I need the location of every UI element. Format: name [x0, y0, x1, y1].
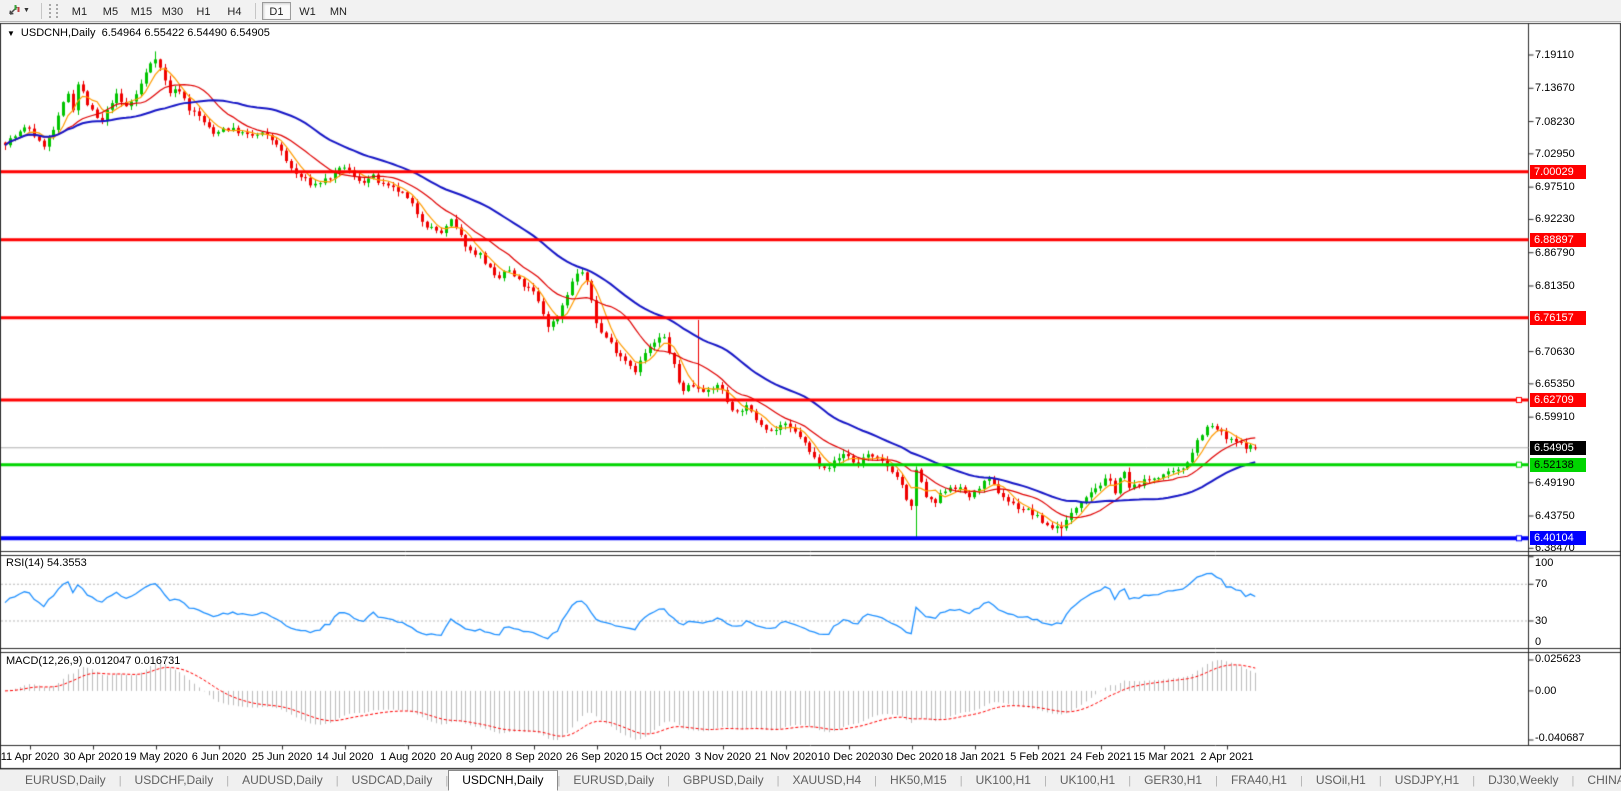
symbol-tab-eurusd-daily[interactable]: EURUSD,Daily	[560, 770, 667, 791]
chart-canvas[interactable]	[0, 0, 1621, 769]
timeframe-mn[interactable]: MN	[324, 2, 353, 20]
symbol-tab-gbpusd-daily[interactable]: GBPUSD,Daily	[670, 770, 777, 791]
symbol-tab-hk50-m15[interactable]: HK50,M15	[877, 770, 960, 791]
timeframe-h1[interactable]: H1	[189, 2, 218, 20]
chart-pointer-icon	[6, 4, 20, 18]
timeframe-m15[interactable]: M15	[127, 2, 156, 20]
symbol-tab-fra40-h1[interactable]: FRA40,H1	[1218, 770, 1300, 791]
toolbar-separator	[41, 3, 42, 19]
symbol-tabs-bar: EURUSD,Daily|USDCHF,Daily|AUDUSD,Daily|U…	[0, 769, 1621, 791]
timeframe-m30[interactable]: M30	[158, 2, 187, 20]
symbol-tab-audusd-daily[interactable]: AUDUSD,Daily	[229, 770, 336, 791]
symbol-tab-usoil-h1[interactable]: USOil,H1	[1303, 770, 1379, 791]
timeframe-m1[interactable]: M1	[65, 2, 94, 20]
chart-tool-button[interactable]: ▼	[0, 0, 36, 21]
symbol-tab-usdchf-daily[interactable]: USDCHF,Daily	[122, 770, 227, 791]
toolbar-grip[interactable]	[49, 4, 58, 18]
top-toolbar: ▼ M1M5M15M30H1H4 D1W1MN	[0, 0, 1621, 22]
timeframe-h4[interactable]: H4	[220, 2, 249, 20]
timeframe-d1[interactable]: D1	[262, 2, 291, 20]
timeframe-m5[interactable]: M5	[96, 2, 125, 20]
symbol-tab-uk100-h1[interactable]: UK100,H1	[963, 770, 1044, 791]
symbol-tab-usdcad-daily[interactable]: USDCAD,Daily	[339, 770, 446, 791]
symbol-tab-usdjpy-h1[interactable]: USDJPY,H1	[1382, 770, 1472, 791]
symbol-tab-usdcnh-daily[interactable]: USDCNH,Daily	[448, 770, 557, 791]
symbol-tab-xauusd-h4[interactable]: XAUUSD,H4	[779, 770, 874, 791]
timeframe-w1[interactable]: W1	[293, 2, 322, 20]
symbol-tab-eurusd-daily[interactable]: EURUSD,Daily	[12, 770, 119, 791]
symbol-tab-ger30-h1[interactable]: GER30,H1	[1131, 770, 1215, 791]
dropdown-caret-icon: ▼	[23, 7, 30, 14]
timeframe-buttons: M1M5M15M30H1H4 D1W1MN	[64, 2, 354, 20]
symbol-tab-uk100-h1[interactable]: UK100,H1	[1047, 770, 1128, 791]
symbol-tab-china300-h1[interactable]: CHINA300,H1	[1574, 770, 1621, 791]
symbol-tab-dj30-weekly[interactable]: DJ30,Weekly	[1475, 770, 1571, 791]
